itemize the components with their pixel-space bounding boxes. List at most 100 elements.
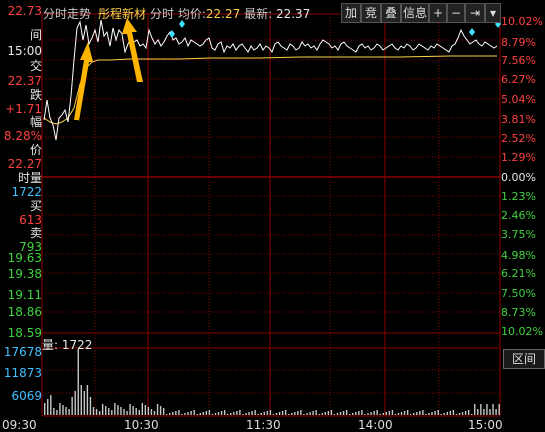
x-tick-1500: 15:00	[468, 418, 503, 432]
volume-bar	[458, 413, 461, 415]
volume-bar	[309, 412, 311, 415]
add-button[interactable]: 加	[341, 3, 361, 23]
volume-bar	[471, 414, 473, 415]
volume-bar	[370, 412, 372, 415]
volume-bar	[440, 414, 442, 415]
volume-bar	[297, 411, 299, 415]
zoom-out-icon[interactable]: −	[447, 3, 465, 23]
volume-bar	[169, 413, 171, 415]
volume-bar	[98, 411, 101, 415]
volume-bar	[68, 409, 70, 415]
volume-bar	[281, 411, 284, 415]
volume-bar	[431, 412, 433, 415]
volume-bar	[400, 412, 403, 415]
volume-now-value: 1722	[11, 185, 42, 199]
volume-bar	[342, 411, 345, 415]
volume-bar	[324, 412, 326, 415]
volume-bar	[193, 410, 195, 415]
price-axis-1911: 19.11	[7, 288, 42, 302]
volume-bar	[367, 413, 369, 415]
volume-bar	[330, 410, 333, 415]
volume-bar	[474, 404, 476, 415]
volume-bar	[111, 410, 113, 415]
volume-bar	[352, 413, 354, 415]
volume-bar	[495, 409, 497, 415]
range-value: 8.28%	[3, 129, 42, 143]
volume-bars	[44, 349, 500, 415]
volume-bar	[120, 407, 122, 415]
volume-bar	[95, 409, 98, 415]
volume-bar	[336, 413, 339, 415]
volume-bar	[162, 408, 165, 415]
pct-axis-zero: 0.00%	[501, 171, 536, 184]
volume-bar	[71, 397, 73, 415]
volume-bar	[129, 404, 131, 415]
volume-bar	[303, 414, 305, 415]
volume-bar	[361, 410, 363, 415]
volume-bar	[220, 411, 223, 415]
volume-bar	[53, 408, 55, 415]
chart-canvas[interactable]	[0, 0, 545, 432]
volume-bar	[388, 411, 391, 415]
volume-bar	[416, 412, 418, 415]
volume-bar	[437, 410, 439, 415]
volume-bar	[236, 411, 238, 415]
change-value: +1.71	[5, 102, 42, 116]
volume-bar	[449, 411, 452, 415]
volume-bar	[123, 409, 125, 415]
volume-bar	[77, 349, 79, 415]
pct-axis-n7: 8.73%	[501, 306, 536, 319]
volume-bar	[483, 409, 485, 415]
avg-value: 22.27	[205, 7, 241, 21]
volume-bar	[425, 414, 427, 415]
volume-bar	[419, 411, 421, 415]
trade-label: 交	[29, 59, 42, 73]
volume-bar	[80, 385, 82, 415]
volume-bar	[156, 404, 159, 415]
range-select-button[interactable]: 区间	[503, 349, 545, 369]
pct-axis-n5: 6.21%	[501, 267, 536, 280]
volume-bar	[391, 410, 394, 415]
pct-axis-p8: 1.29%	[501, 151, 536, 164]
compete-button[interactable]: 竞	[361, 3, 381, 23]
buy-value: 613	[19, 213, 42, 227]
zoom-in-icon[interactable]: +	[429, 3, 447, 23]
range-label: 幅	[29, 115, 42, 129]
change-label: 跌	[29, 88, 42, 102]
overlay-button[interactable]: 叠	[381, 3, 401, 23]
volume-bar	[239, 410, 241, 415]
price-axis-1859: 18.59	[7, 326, 42, 340]
volume-bar	[245, 413, 247, 415]
next-icon[interactable]: ⇥	[465, 3, 485, 23]
volume-bar	[138, 410, 140, 415]
volume-bar	[364, 414, 366, 415]
volume-bar	[477, 409, 479, 415]
volume-bar	[385, 412, 387, 415]
volume-bar	[208, 410, 211, 415]
time-label: 间	[29, 28, 42, 42]
volume-bar	[205, 411, 208, 415]
volume-bar	[443, 413, 445, 415]
volume-axis-2: 11873	[3, 366, 42, 380]
volume-bar	[83, 391, 86, 415]
x-tick-1400: 14:00	[358, 418, 393, 432]
stock-name[interactable]: 彤程新材	[98, 5, 146, 22]
dropdown-icon[interactable]: ▾	[485, 3, 501, 23]
info-button[interactable]: 信息	[401, 3, 429, 23]
volume-bar	[248, 412, 250, 415]
volume-bar	[233, 412, 235, 415]
pct-axis-p5: 5.04%	[501, 93, 536, 106]
volume-bar	[144, 405, 147, 415]
volume-bar	[345, 410, 348, 415]
volume-bar	[132, 406, 134, 415]
volume-bar	[480, 404, 482, 415]
volume-bar	[321, 413, 323, 415]
volume-label: 量: 1722	[42, 338, 93, 352]
volume-bar	[349, 414, 351, 415]
volume-bar	[288, 414, 290, 415]
avg-price-value: 22.27	[7, 157, 42, 171]
volume-bar	[217, 412, 220, 415]
volume-bar	[455, 414, 458, 415]
price-summary: 分时 均价:22.27 最新: 22.37	[150, 5, 310, 22]
volume-bar	[397, 413, 400, 415]
